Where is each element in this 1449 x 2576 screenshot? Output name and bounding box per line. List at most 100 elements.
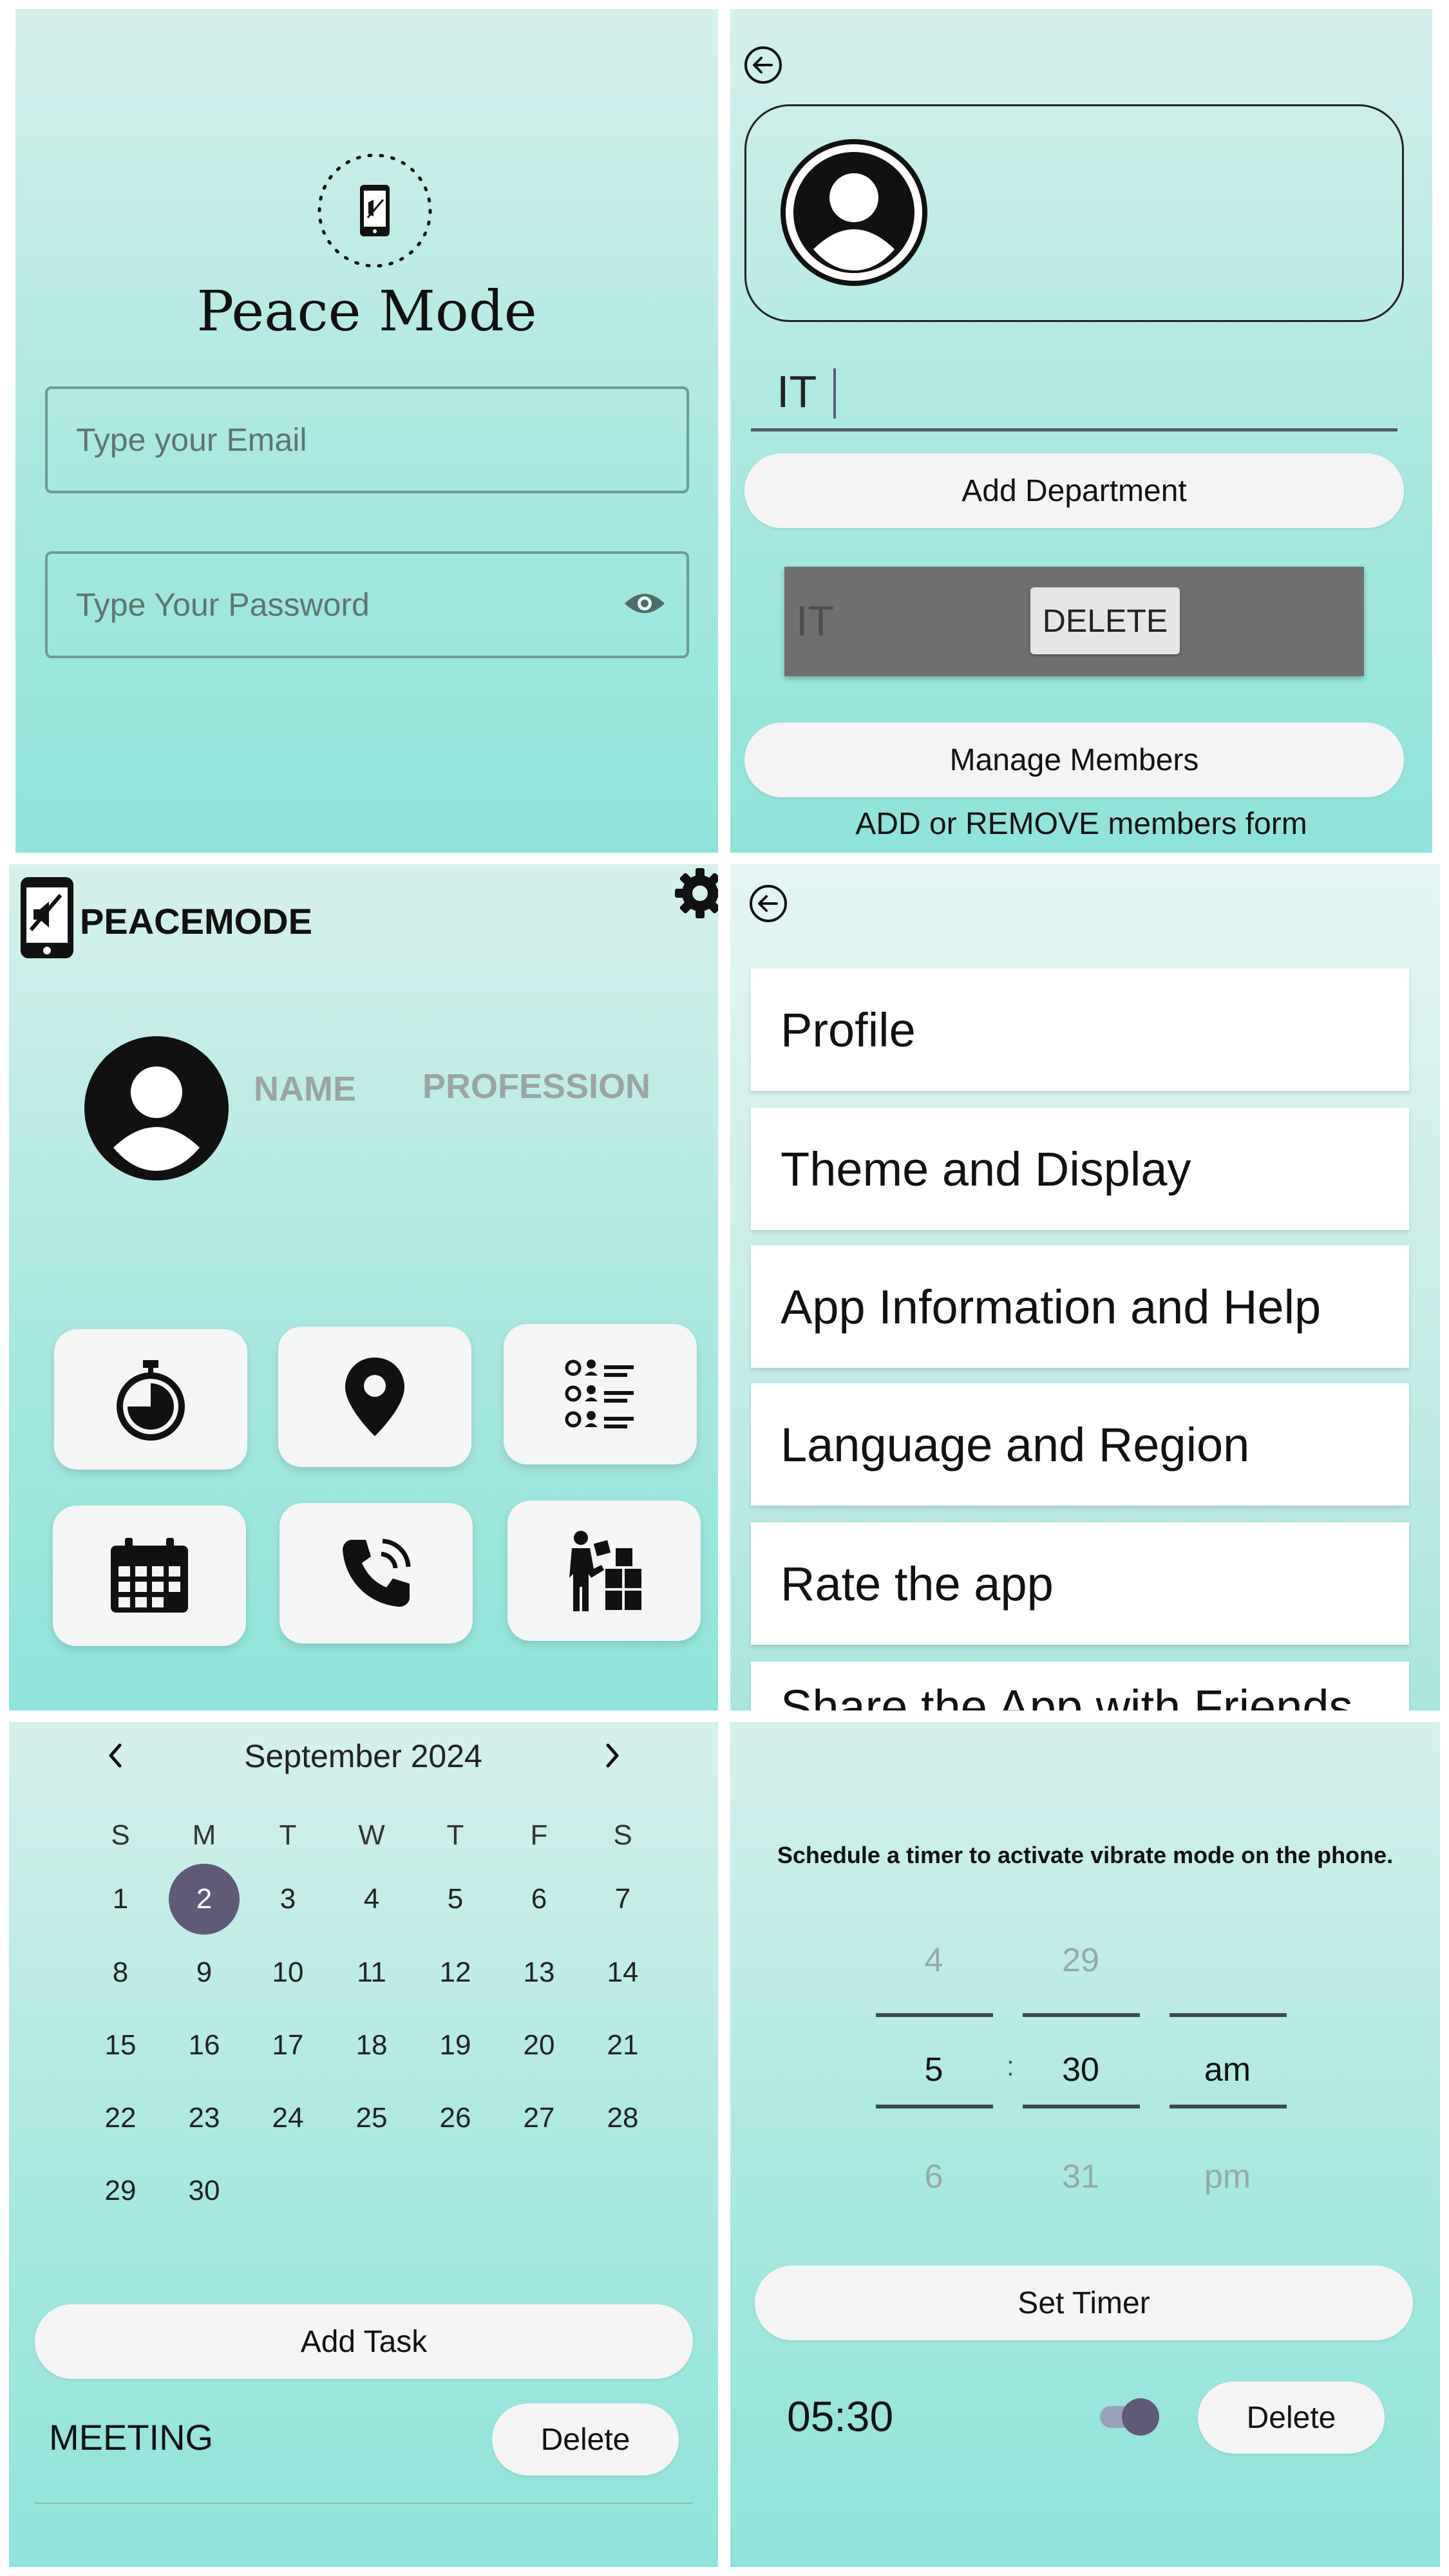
ampm-next[interactable]: pm <box>1170 2145 1285 2209</box>
department-name-value: IT <box>777 366 817 417</box>
delete-department-button[interactable]: DELETE <box>1030 587 1180 654</box>
manage-members-button[interactable]: Manage Members <box>744 723 1404 797</box>
add-department-button[interactable]: Add Department <box>744 453 1404 528</box>
calendar-day[interactable]: 18 <box>336 2010 407 2081</box>
task-delete-button[interactable]: Delete <box>492 2403 679 2476</box>
app-logo <box>314 149 436 272</box>
calendar-tile[interactable] <box>53 1506 246 1646</box>
task-name: MEETING <box>49 2417 214 2458</box>
back-arrow-icon[interactable] <box>743 45 783 85</box>
time-separator: : <box>1006 2050 1015 2082</box>
weekday-header: S <box>111 1819 130 1851</box>
timer-icon <box>117 1360 185 1441</box>
location-tile[interactable] <box>278 1327 471 1467</box>
calendar-day[interactable]: 14 <box>587 1937 658 2008</box>
calendar-day[interactable]: 5 <box>420 1864 491 1935</box>
timer-description: Schedule a timer to activate vibrate mod… <box>777 1842 1394 1868</box>
set-timer-button[interactable]: Set Timer <box>755 2266 1413 2340</box>
hour-prev[interactable]: 4 <box>876 1928 992 1993</box>
ampm-picker[interactable]: am <box>1170 2038 1285 2102</box>
add-task-button[interactable]: Add Task <box>35 2304 693 2379</box>
calendar-day[interactable]: 3 <box>252 1864 323 1935</box>
saved-timer-delete-button[interactable]: Delete <box>1198 2382 1385 2454</box>
avatar-icon <box>780 138 928 287</box>
settings-screen: Profile Theme and Display App Informatio… <box>730 864 1440 1710</box>
ampm-line-top <box>1170 2013 1287 2017</box>
chevron-left-icon[interactable] <box>99 1736 131 1775</box>
calendar-screen: September 2024 S M T W T F S 1 2 3 4 5 6 7 8 9 10 11 12 13 1… <box>9 1722 718 2567</box>
calendar-day[interactable]: 4 <box>336 1864 407 1935</box>
hour-next[interactable]: 6 <box>876 2145 992 2209</box>
weekday-header: S <box>613 1819 632 1851</box>
tasks-tile[interactable] <box>504 1324 697 1464</box>
calendar-day[interactable]: 8 <box>85 1937 156 2008</box>
calendar-day[interactable]: 21 <box>587 2010 658 2081</box>
calendar-day[interactable]: 20 <box>504 2010 574 2081</box>
calendar-day[interactable]: 22 <box>85 2083 156 2154</box>
calendar-day[interactable]: 17 <box>252 2010 323 2081</box>
chevron-right-icon[interactable] <box>596 1736 629 1775</box>
calendar-day[interactable]: 23 <box>169 2083 240 2154</box>
calendar-day[interactable]: 30 <box>169 2155 240 2226</box>
department-screen: IT Add Department IT DELETE Manage Membe… <box>730 9 1432 853</box>
minute-picker[interactable]: 30 <box>1023 2038 1139 2102</box>
weekday-header: F <box>530 1819 548 1851</box>
calendar-day-selected[interactable]: 2 <box>169 1864 240 1935</box>
weekday-header: T <box>279 1819 297 1851</box>
minute-next[interactable]: 31 <box>1023 2145 1139 2209</box>
calendar-day[interactable]: 25 <box>336 2083 407 2154</box>
saved-timer-time: 05:30 <box>787 2392 894 2440</box>
minute-prev[interactable]: 29 <box>1023 1928 1139 1993</box>
profile-avatar-icon[interactable] <box>82 1034 231 1182</box>
calendar-day[interactable]: 11 <box>336 1937 407 2008</box>
hour-picker[interactable]: 5 <box>876 2038 992 2102</box>
department-image-card[interactable] <box>744 104 1404 322</box>
calendar-day[interactable]: 29 <box>85 2155 156 2226</box>
calendar-day[interactable]: 7 <box>587 1864 658 1935</box>
email-placeholder: Type your Email <box>76 422 307 458</box>
settings-item-language[interactable]: Language and Region <box>751 1383 1409 1506</box>
timer-screen: Schedule a timer to activate vibrate mod… <box>730 1722 1440 2567</box>
calendar-day[interactable]: 9 <box>169 1937 240 2008</box>
settings-item-theme[interactable]: Theme and Display <box>751 1108 1409 1230</box>
name-label: NAME <box>254 1070 356 1108</box>
password-field[interactable]: Type Your Password <box>45 551 689 658</box>
timer-toggle[interactable] <box>1097 2394 1159 2439</box>
department-list-item: IT DELETE <box>784 567 1364 676</box>
location-pin-icon <box>345 1358 404 1436</box>
calendar-day[interactable]: 19 <box>420 2010 491 2081</box>
inventory-tile[interactable] <box>507 1501 701 1641</box>
calendar-day[interactable]: 15 <box>85 2010 156 2081</box>
settings-item-rate[interactable]: Rate the app <box>751 1522 1409 1645</box>
settings-gear-icon[interactable] <box>674 867 718 920</box>
call-tile[interactable] <box>279 1503 473 1643</box>
calendar-month-title: September 2024 <box>244 1738 482 1774</box>
timer-tile[interactable] <box>54 1329 247 1470</box>
calendar-day[interactable]: 1 <box>85 1864 156 1935</box>
settings-item-profile[interactable]: Profile <box>751 969 1409 1091</box>
phone-call-icon <box>343 1539 411 1607</box>
department-name-input[interactable]: IT <box>751 354 1397 431</box>
login-screen: Peace Mode Type your Email Type Your Pas… <box>15 9 718 853</box>
calendar-day[interactable]: 28 <box>587 2083 658 2154</box>
calendar-day[interactable]: 16 <box>169 2010 240 2081</box>
calendar-day[interactable]: 6 <box>504 1864 574 1935</box>
calendar-day[interactable]: 27 <box>504 2083 574 2154</box>
settings-item-share[interactable]: Share the App with Friends <box>751 1662 1409 1710</box>
email-field[interactable]: Type your Email <box>45 386 689 493</box>
calendar-day[interactable]: 13 <box>504 1937 574 2008</box>
calendar-day[interactable]: 26 <box>420 2083 491 2154</box>
settings-item-app-info[interactable]: App Information and Help <box>751 1245 1409 1368</box>
manage-members-caption: ADD or REMOVE members form <box>855 807 1307 841</box>
eye-icon[interactable] <box>622 587 667 620</box>
weekday-header: M <box>192 1819 216 1851</box>
calendar-day[interactable]: 12 <box>420 1937 491 2008</box>
calendar-day[interactable]: 24 <box>252 2083 323 2154</box>
weekday-header: W <box>358 1819 385 1851</box>
hour-line-bottom <box>876 2105 993 2108</box>
task-divider <box>35 2503 693 2504</box>
app-title: Peace Mode <box>196 279 537 344</box>
calendar-day[interactable]: 10 <box>252 1937 323 2008</box>
back-arrow-icon[interactable] <box>748 884 788 923</box>
password-placeholder: Type Your Password <box>76 587 370 623</box>
